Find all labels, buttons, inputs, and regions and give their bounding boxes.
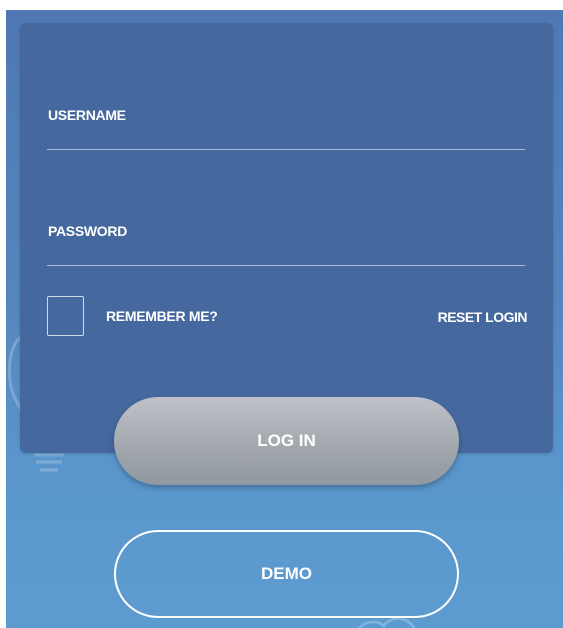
demo-button-label: DEMO — [261, 564, 312, 583]
password-label: PASSWORD — [48, 223, 128, 239]
login-background: USERNAME PASSWORD REMEMBER ME? RESET LOG… — [6, 10, 563, 628]
remember-me-checkbox[interactable] — [47, 296, 84, 336]
demo-button[interactable]: DEMO — [114, 530, 459, 618]
remember-me-label: REMEMBER ME? — [106, 308, 218, 324]
password-field[interactable]: PASSWORD — [47, 221, 525, 266]
login-button[interactable]: LOG IN — [114, 397, 459, 485]
login-card: USERNAME PASSWORD REMEMBER ME? RESET LOG… — [20, 23, 553, 453]
username-label: USERNAME — [48, 107, 126, 123]
username-field[interactable]: USERNAME — [47, 105, 525, 150]
login-button-label: LOG IN — [257, 431, 316, 450]
reset-login-link[interactable]: RESET LOGIN — [438, 309, 528, 325]
